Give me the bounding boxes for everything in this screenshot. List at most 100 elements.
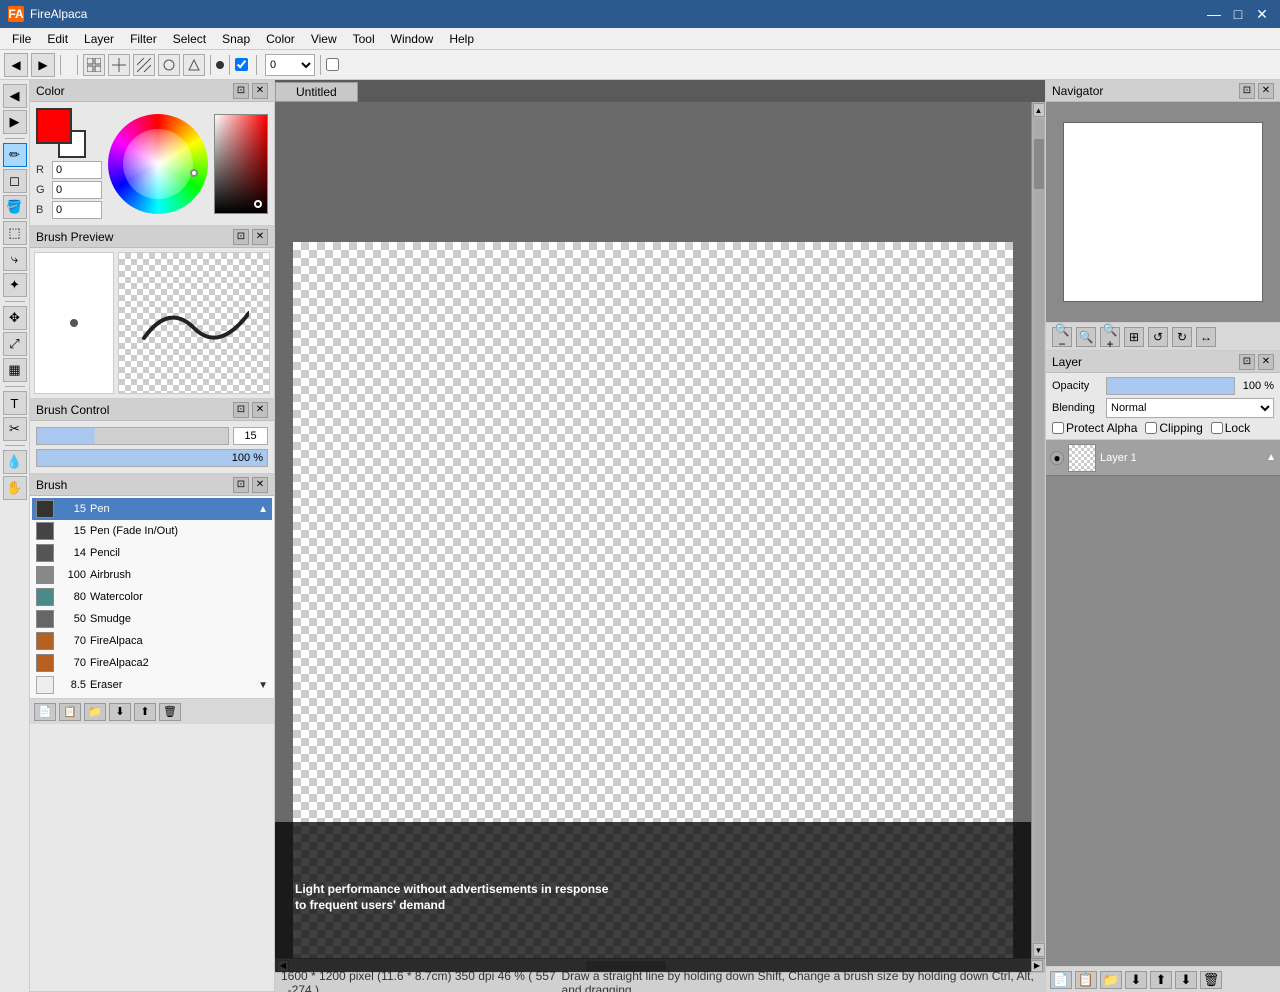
- toolbar-perspective[interactable]: [183, 54, 205, 76]
- menu-window[interactable]: Window: [383, 30, 442, 48]
- navigator-close[interactable]: ✕: [1258, 83, 1274, 99]
- menu-color[interactable]: Color: [258, 30, 303, 48]
- rgb-g-input[interactable]: [52, 181, 102, 199]
- menu-filter[interactable]: Filter: [122, 30, 165, 48]
- lock-input[interactable]: [1211, 422, 1223, 434]
- color-wheel[interactable]: [108, 114, 208, 214]
- brush-item-airbrush[interactable]: 100 Airbrush: [32, 564, 272, 586]
- brush-item-smudge[interactable]: 50 Smudge: [32, 608, 272, 630]
- soft-edge-checkbox[interactable]: [326, 58, 339, 71]
- menu-view[interactable]: View: [303, 30, 345, 48]
- brush-delete-btn[interactable]: 🗑: [159, 703, 181, 721]
- toolbar-grid-2[interactable]: [108, 54, 130, 76]
- layer-copy-btn[interactable]: 📋: [1075, 971, 1097, 989]
- protect-alpha-checkbox[interactable]: Protect Alpha: [1052, 421, 1137, 435]
- layer-visibility-1[interactable]: ●: [1050, 451, 1064, 465]
- minimize-button[interactable]: —: [1204, 5, 1224, 23]
- layer-expand[interactable]: ⊡: [1239, 354, 1255, 370]
- vscroll-track[interactable]: [1034, 119, 1044, 941]
- correction-select[interactable]: 0 1 2: [265, 54, 315, 76]
- layer-folder-btn[interactable]: 📁: [1100, 971, 1122, 989]
- zoom-flip-btn[interactable]: ↔: [1196, 327, 1216, 347]
- navigator-preview[interactable]: [1063, 122, 1263, 302]
- color-swatch-main[interactable]: [36, 108, 72, 144]
- color-wheel-wrapper[interactable]: [108, 114, 208, 214]
- brush-preview-expand[interactable]: ⊡: [233, 229, 249, 245]
- brush-size-slider[interactable]: [36, 427, 229, 445]
- layer-new-btn[interactable]: 📄: [1050, 971, 1072, 989]
- antialias-checkbox[interactable]: [235, 58, 248, 71]
- tool-text[interactable]: T: [3, 391, 27, 415]
- tool-pen[interactable]: ✏: [3, 143, 27, 167]
- vscroll-thumb[interactable]: [1034, 139, 1044, 189]
- lock-checkbox[interactable]: Lock: [1211, 421, 1250, 435]
- vscroll-up-btn[interactable]: ▲: [1033, 103, 1045, 117]
- brush-opacity-slider[interactable]: 100 %: [36, 449, 268, 467]
- vscroll-down-btn[interactable]: ▼: [1033, 943, 1045, 957]
- zoom-in-btn[interactable]: 🔍+: [1100, 327, 1120, 347]
- menu-select[interactable]: Select: [165, 30, 214, 48]
- menu-file[interactable]: File: [4, 30, 39, 48]
- layer-merge-btn[interactable]: ⬇: [1125, 971, 1147, 989]
- menu-snap[interactable]: Snap: [214, 30, 258, 48]
- canvas-tab-untitled[interactable]: Untitled: [275, 82, 358, 102]
- soft-edge-area[interactable]: [326, 58, 342, 71]
- menu-edit[interactable]: Edit: [39, 30, 76, 48]
- brush-item-pencil[interactable]: 14 Pencil: [32, 542, 272, 564]
- brush-control-close[interactable]: ✕: [252, 402, 268, 418]
- tool-eyedropper[interactable]: 💧: [3, 450, 27, 474]
- layer-blend-select[interactable]: Normal Multiply Screen Overlay: [1106, 398, 1274, 418]
- brush-preview-close[interactable]: ✕: [252, 229, 268, 245]
- toolbar-redo[interactable]: ▶: [31, 53, 55, 77]
- tool-transform[interactable]: ⤢: [3, 332, 27, 356]
- tool-move[interactable]: ✥: [3, 306, 27, 330]
- layer-close[interactable]: ✕: [1258, 354, 1274, 370]
- menu-layer[interactable]: Layer: [76, 30, 122, 48]
- layer-up-btn[interactable]: ⬆: [1150, 971, 1172, 989]
- antialias-checkbox-area[interactable]: [235, 58, 251, 71]
- brush-import-btn[interactable]: ⬇: [109, 703, 131, 721]
- brush-item-pen[interactable]: 15 Pen ▲: [32, 498, 272, 520]
- menu-help[interactable]: Help: [441, 30, 482, 48]
- toolbar-circle[interactable]: [158, 54, 180, 76]
- clipping-input[interactable]: [1145, 422, 1157, 434]
- brush-item-eraser[interactable]: 8.5 Eraser ▼: [32, 674, 272, 696]
- color-panel-expand[interactable]: ⊡: [233, 83, 249, 99]
- brush-copy-btn[interactable]: 📋: [59, 703, 81, 721]
- clipping-checkbox[interactable]: Clipping: [1145, 421, 1202, 435]
- brush-item-firealpaca[interactable]: 70 FireAlpaca: [32, 630, 272, 652]
- toolbar-hatch[interactable]: [133, 54, 155, 76]
- layer-row-1[interactable]: ● Layer 1 ▲: [1046, 440, 1280, 476]
- layer-opacity-slider[interactable]: [1106, 377, 1235, 395]
- brush-control-expand[interactable]: ⊡: [233, 402, 249, 418]
- zoom-out-btn[interactable]: 🔍−: [1052, 327, 1072, 347]
- tool-magic-wand[interactable]: ✦: [3, 273, 27, 297]
- brush-folder-btn[interactable]: 📁: [84, 703, 106, 721]
- tool-fill[interactable]: 🪣: [3, 195, 27, 219]
- color-panel-close[interactable]: ✕: [252, 83, 268, 99]
- color-square[interactable]: [214, 114, 268, 214]
- zoom-rotate-ccw-btn[interactable]: ↺: [1148, 327, 1168, 347]
- tool-crop[interactable]: ✂: [3, 417, 27, 441]
- canvas-vscrollbar[interactable]: ▲ ▼: [1031, 102, 1045, 958]
- menu-tool[interactable]: Tool: [345, 30, 383, 48]
- layer-delete-btn[interactable]: 🗑: [1200, 971, 1222, 989]
- toolbar-undo[interactable]: ◀: [4, 53, 28, 77]
- rgb-r-input[interactable]: [52, 161, 102, 179]
- tool-redo[interactable]: ▶: [3, 110, 27, 134]
- tool-eraser[interactable]: ◻: [3, 169, 27, 193]
- zoom-rotate-cw-btn[interactable]: ↻: [1172, 327, 1192, 347]
- brush-new-btn[interactable]: 📄: [34, 703, 56, 721]
- zoom-fit-btn[interactable]: ⊞: [1124, 327, 1144, 347]
- protect-alpha-input[interactable]: [1052, 422, 1064, 434]
- brush-panel-close[interactable]: ✕: [252, 477, 268, 493]
- brush-size-input[interactable]: [233, 427, 268, 445]
- tool-undo[interactable]: ◀: [3, 84, 27, 108]
- brush-item-pen-fade[interactable]: 15 Pen (Fade In/Out): [32, 520, 272, 542]
- brush-item-firealpaca2[interactable]: 70 FireAlpaca2: [32, 652, 272, 674]
- tool-gradient[interactable]: ▦: [3, 358, 27, 382]
- toolbar-grid-1[interactable]: [83, 54, 105, 76]
- brush-item-watercolor[interactable]: 80 Watercolor: [32, 586, 272, 608]
- brush-export-btn[interactable]: ⬆: [134, 703, 156, 721]
- brush-panel-expand[interactable]: ⊡: [233, 477, 249, 493]
